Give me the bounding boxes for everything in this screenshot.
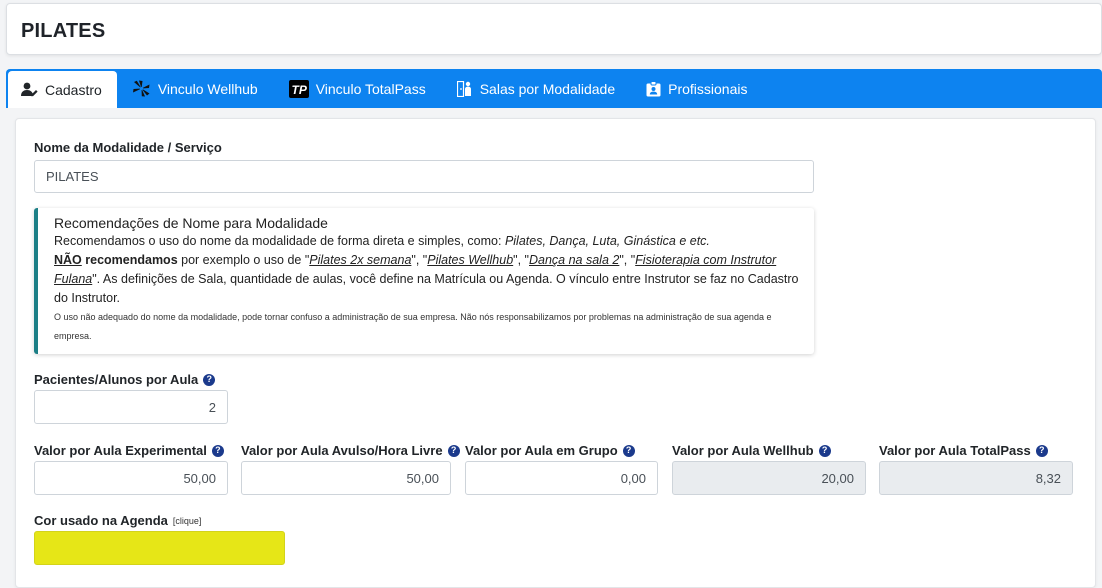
tab-bar: Cadastro Vinculo Wellhub TP Vinculo Tota… [6, 69, 1102, 108]
form-panel: Nome da Modalidade / Serviço PILATES Rec… [15, 118, 1096, 588]
tab-vinculo-wellhub[interactable]: Vinculo Wellhub [117, 69, 274, 108]
help-icon[interactable]: ? [211, 444, 224, 457]
callout-small-note: O uso não adequado do nome da modalidade… [54, 312, 772, 341]
help-icon[interactable]: ? [818, 444, 831, 457]
students-per-class-input[interactable]: 2 [34, 390, 228, 424]
id-badge-icon [646, 80, 661, 97]
tab-profissionais[interactable]: Profissionais [631, 69, 763, 108]
price-wellhub-input: 20,00 [672, 461, 866, 495]
recommendation-callout: Recomendações de Nome para Modalidade Re… [34, 208, 814, 354]
tab-label: Salas por Modalidade [479, 80, 616, 97]
help-icon[interactable]: ? [1035, 444, 1048, 457]
tab-salas-por-modalidade[interactable]: Salas por Modalidade [442, 69, 631, 108]
user-edit-icon [21, 82, 38, 97]
tab-label: Vinculo TotalPass [315, 80, 426, 97]
price-avulso-input[interactable]: 50,00 [241, 461, 451, 495]
svg-text:TP: TP [291, 83, 307, 97]
color-label: Cor usado na Agenda [clique] [34, 513, 202, 528]
modality-name-input[interactable]: PILATES [34, 160, 814, 193]
color-hint: [clique] [172, 515, 202, 526]
tab-label: Profissionais [668, 80, 748, 97]
help-icon[interactable]: ? [203, 373, 216, 386]
students-label: Pacientes/Alunos por Aula ? [34, 372, 216, 387]
price-experimental-input[interactable]: 50,00 [34, 461, 228, 495]
tab-vinculo-totalpass[interactable]: TP Vinculo TotalPass [274, 69, 442, 108]
page-header: PILATES [6, 3, 1102, 55]
price-totalpass-input: 8,32 [879, 461, 1073, 495]
tab-content: Nome da Modalidade / Serviço PILATES Rec… [6, 108, 1102, 588]
callout-line-2: NÃO recomendamos por exemplo o uso de "P… [54, 253, 799, 305]
help-icon[interactable]: ? [447, 444, 460, 457]
tab-label: Vinculo Wellhub [157, 80, 258, 97]
price-label-experimental: Valor por Aula Experimental? [34, 443, 224, 458]
agenda-color-picker[interactable] [34, 531, 285, 565]
name-label: Nome da Modalidade / Serviço [34, 140, 222, 155]
price-label-wellhub: Valor por Aula Wellhub? [672, 443, 831, 458]
page-title: PILATES [21, 20, 106, 42]
tab-label: Cadastro [45, 81, 102, 98]
totalpass-logo-icon: TP [288, 79, 309, 98]
callout-title: Recomendações de Nome para Modalidade [54, 215, 328, 231]
price-label-grupo: Valor por Aula em Grupo? [465, 443, 635, 458]
help-icon[interactable]: ? [622, 444, 635, 457]
price-label-avulso: Valor por Aula Avulso/Hora Livre? [241, 443, 460, 458]
price-grupo-input[interactable]: 0,00 [465, 461, 658, 495]
room-users-icon [456, 80, 473, 97]
wellhub-logo-icon [132, 80, 151, 97]
callout-line-1: Recomendamos o uso do nome da modalidade… [54, 234, 710, 248]
price-label-totalpass: Valor por Aula TotalPass? [879, 443, 1048, 458]
tab-cadastro[interactable]: Cadastro [8, 71, 117, 108]
